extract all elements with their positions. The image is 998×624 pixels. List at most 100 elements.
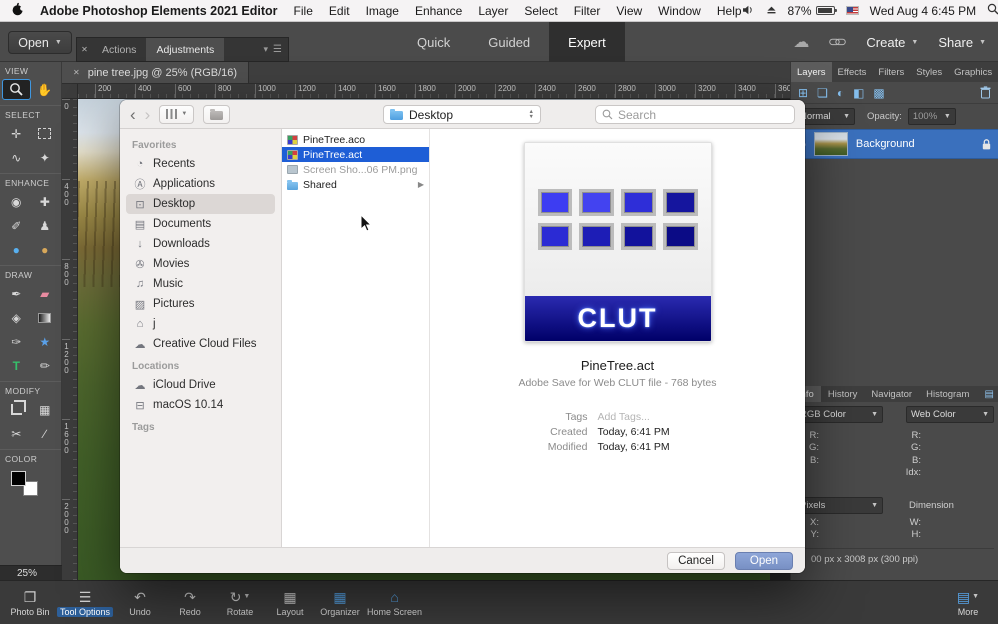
red-eye-tool[interactable]: ◉ [2, 191, 31, 212]
undo-button[interactable]: ↶ Undo [115, 588, 165, 618]
panel-tab-actions[interactable]: Actions [92, 38, 146, 61]
menu-view[interactable]: View [616, 4, 642, 18]
action-button[interactable] [203, 104, 231, 124]
open-button[interactable]: Open [735, 551, 793, 570]
mode-tab-expert[interactable]: Expert [549, 22, 625, 62]
file-row-pinetree-act[interactable]: PineTree.act [282, 147, 429, 162]
menu-file[interactable]: File [294, 4, 313, 18]
organizer-button[interactable]: ▦ Organizer [315, 588, 365, 618]
units-dropdown[interactable]: Pixels ▼ [795, 496, 883, 514]
gradient-tool[interactable] [31, 307, 60, 328]
delete-layer-icon[interactable] [980, 86, 991, 99]
tab-styles[interactable]: Styles [910, 62, 948, 82]
menu-select[interactable]: Select [524, 4, 557, 18]
create-menu[interactable]: Create ▼ [866, 35, 918, 50]
sidebar-item-creative-cloud-files[interactable]: ☁ Creative Cloud Files [126, 334, 275, 354]
spot-healing-tool[interactable]: ✚ [31, 191, 60, 212]
panel-menu-icon[interactable]: ▾ ☰ [264, 38, 289, 61]
link-icon[interactable] [829, 35, 847, 50]
right-color-mode-dropdown[interactable]: Web Color ▼ [906, 406, 994, 423]
menu-image[interactable]: Image [366, 4, 399, 18]
mode-tab-guided[interactable]: Guided [469, 22, 549, 62]
mode-tab-quick[interactable]: Quick [398, 22, 469, 62]
search-field[interactable]: Search [595, 105, 795, 124]
tab-filters[interactable]: Filters [872, 62, 910, 82]
file-row-shared[interactable]: Shared ▶ [282, 177, 429, 192]
new-layer-icon[interactable]: ⊞ [798, 87, 808, 99]
panel-close-icon[interactable]: ✕ [77, 38, 92, 61]
tab-navigator[interactable]: Navigator [864, 386, 919, 402]
sidebar-item-j[interactable]: ⌂ j [126, 314, 275, 334]
tab-layers[interactable]: Layers [791, 62, 832, 82]
content-aware-move-tool[interactable]: ✂ [2, 423, 31, 444]
lasso-tool[interactable]: ∿ [2, 147, 31, 168]
lock-transparency-icon[interactable]: ▩ [873, 87, 884, 99]
sponge-tool[interactable]: ● [31, 239, 60, 260]
eject-icon[interactable] [766, 4, 777, 18]
layout-button[interactable]: ▦ Layout [265, 588, 315, 618]
shape-tool[interactable]: ★ [31, 331, 60, 352]
menu-edit[interactable]: Edit [329, 4, 350, 18]
sidebar-item-desktop[interactable]: ⊡ Desktop [126, 194, 275, 214]
tab-graphics[interactable]: Graphics [948, 62, 998, 82]
file-row-pinetree-aco[interactable]: PineTree.aco [282, 132, 429, 147]
sidebar-item-macos-10-14[interactable]: ⊟ macOS 10.14 [126, 395, 275, 415]
crop-tool[interactable] [2, 399, 31, 420]
panel-tab-adjustments[interactable]: Adjustments [146, 38, 225, 61]
battery-indicator[interactable]: 87% [788, 4, 837, 18]
menu-enhance[interactable]: Enhance [415, 4, 462, 18]
eyedropper-tool[interactable]: ✑ [2, 331, 31, 352]
smart-brush-tool[interactable]: ✐ [2, 215, 31, 236]
document-tab[interactable]: ✕ pine tree.jpg @ 25% (RGB/16) [62, 62, 250, 83]
share-menu[interactable]: Share ▼ [938, 35, 986, 50]
eraser-tool[interactable]: ▰ [31, 283, 60, 304]
quick-selection-tool[interactable]: ✦ [31, 147, 60, 168]
redo-button[interactable]: ↷ Redo [165, 588, 215, 618]
menu-filter[interactable]: Filter [574, 4, 601, 18]
tab-effects[interactable]: Effects [832, 62, 873, 82]
tab-histogram[interactable]: Histogram [919, 386, 976, 402]
menu-bar-clock[interactable]: Wed Aug 4 6:45 PM [870, 4, 977, 18]
tool-options-button[interactable]: ☰ Tool Options [55, 588, 115, 617]
sidebar-item-icloud-drive[interactable]: ☁ iCloud Drive [126, 375, 275, 395]
paint-bucket-tool[interactable]: ◈ [2, 307, 31, 328]
clone-stamp-tool[interactable]: ♟ [31, 215, 60, 236]
tab-history[interactable]: History [821, 386, 865, 402]
home-screen-button[interactable]: ⌂ Home Screen [365, 588, 424, 618]
marquee-tool[interactable] [31, 123, 60, 144]
menu-help[interactable]: Help [717, 4, 742, 18]
new-group-icon[interactable]: ❏ [817, 87, 828, 99]
sidebar-item-documents[interactable]: ▤ Documents [126, 214, 275, 234]
forward-button[interactable]: › [145, 106, 151, 123]
straighten-tool[interactable]: ∕ [31, 423, 60, 444]
close-icon[interactable]: ✕ [73, 68, 80, 77]
location-dropdown[interactable]: Desktop ▲ ▼ [383, 105, 541, 124]
photo-bin-button[interactable]: ❐ Photo Bin [5, 588, 55, 618]
layer-row-background[interactable]: ◉ Background [791, 129, 998, 159]
sidebar-item-recents[interactable]: ◔ Recents [126, 154, 275, 174]
sidebar-item-applications[interactable]: Ⓐ Applications [126, 174, 275, 194]
cancel-button[interactable]: Cancel [667, 551, 725, 570]
type-tool[interactable]: T [2, 355, 31, 376]
apple-menu-icon[interactable] [12, 2, 25, 19]
sidebar-item-pictures[interactable]: ▨ Pictures [126, 294, 275, 314]
hand-tool[interactable]: ✋ [31, 79, 60, 100]
open-menu-button[interactable]: Open ▼ [8, 31, 72, 54]
foreground-color-swatch[interactable] [11, 471, 26, 486]
recompose-tool[interactable]: ▦ [31, 399, 60, 420]
volume-icon[interactable] [742, 4, 755, 18]
view-mode-button[interactable]: ▼ [159, 104, 195, 124]
layer-mask-icon[interactable]: ◧ [853, 87, 864, 99]
menu-window[interactable]: Window [658, 4, 701, 18]
cloud-sync-icon[interactable]: ☁ [793, 32, 809, 52]
move-tool[interactable]: ✛ [2, 123, 31, 144]
sidebar-item-downloads[interactable]: ↓ Downloads [126, 234, 275, 254]
sidebar-item-music[interactable]: ♫ Music [126, 274, 275, 294]
input-source-flag-icon[interactable] [845, 6, 859, 15]
zoom-tool[interactable] [2, 79, 31, 100]
opacity-dropdown[interactable]: 100% ▼ [907, 108, 956, 125]
more-button[interactable]: ▤ ▼ More [943, 588, 993, 618]
pencil-tool[interactable]: ✏ [31, 355, 60, 376]
left-color-mode-dropdown[interactable]: RGB Color ▼ [795, 406, 883, 423]
menu-layer[interactable]: Layer [478, 4, 508, 18]
